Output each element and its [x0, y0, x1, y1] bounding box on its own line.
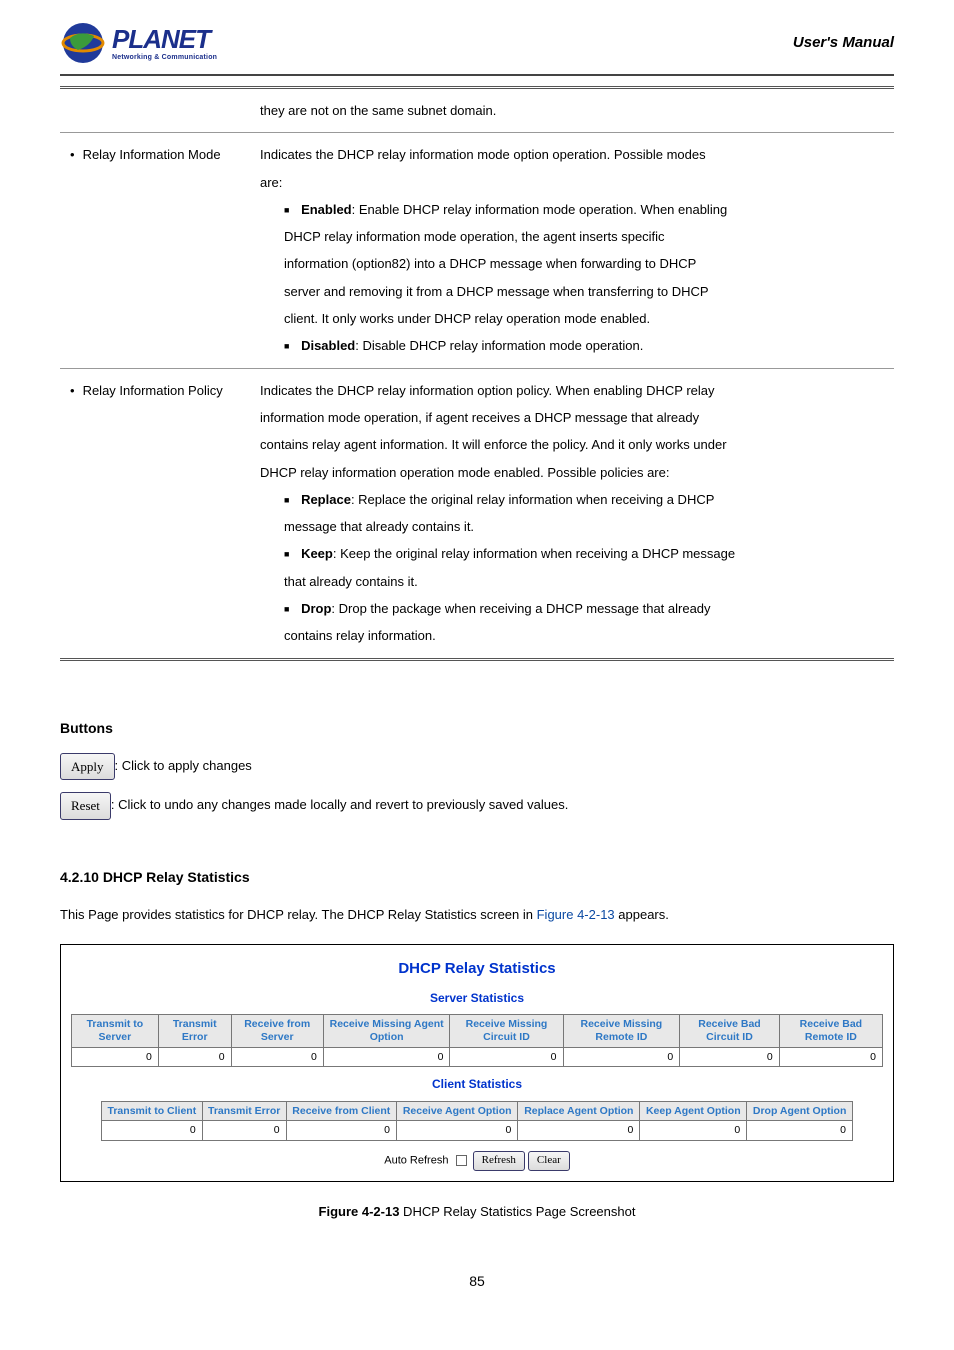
apply-text: : Click to apply changes	[115, 758, 252, 773]
figure-link: Figure 4-2-13	[537, 907, 615, 922]
auto-refresh-label: Auto Refresh	[384, 1155, 448, 1167]
header-divider	[60, 74, 894, 76]
section-heading: 4.2.10 DHCP Relay Statistics	[60, 866, 894, 888]
table-row: Relay Information Policy Indicates the D…	[60, 368, 894, 659]
td: 0	[640, 1121, 747, 1141]
reset-button[interactable]: Reset	[60, 792, 111, 819]
td: 0	[563, 1047, 680, 1067]
td: 0	[323, 1047, 450, 1067]
td: 0	[158, 1047, 231, 1067]
controls-row: Auto Refresh Refresh Clear	[71, 1151, 883, 1171]
manual-title: User's Manual	[793, 31, 894, 55]
th: Receive Missing Agent Option	[323, 1015, 450, 1047]
table-row: Relay Information Mode Indicates the DHC…	[60, 133, 894, 368]
row3-label: Relay Information Policy	[70, 383, 223, 398]
td: 0	[286, 1121, 396, 1141]
description-table: they are not on the same subnet domain. …	[60, 86, 894, 661]
th: Transmit to Client	[102, 1101, 203, 1121]
auto-refresh-checkbox[interactable]	[456, 1155, 467, 1166]
client-stats-table: Transmit to Client Transmit Error Receiv…	[101, 1101, 853, 1141]
td: 0	[102, 1121, 203, 1141]
th: Receive from Server	[231, 1015, 323, 1047]
th: Drop Agent Option	[747, 1101, 853, 1121]
td: 0	[518, 1121, 640, 1141]
th: Transmit Error	[202, 1101, 286, 1121]
statistics-panel: DHCP Relay Statistics Server Statistics …	[60, 944, 894, 1181]
th: Keep Agent Option	[640, 1101, 747, 1121]
th: Receive from Client	[286, 1101, 396, 1121]
th: Receive Agent Option	[396, 1101, 517, 1121]
td: 0	[396, 1121, 517, 1141]
page-header: PLANET Networking & Communication User's…	[60, 20, 894, 66]
td: 0	[72, 1047, 159, 1067]
td: 0	[450, 1047, 563, 1067]
th: Receive Missing Circuit ID	[450, 1015, 563, 1047]
list-item: Drop: Drop the package when receiving a …	[284, 595, 884, 650]
row2-intro2: are:	[260, 169, 884, 196]
list-item: Replace: Replace the original relay info…	[284, 486, 884, 541]
brand-subtitle: Networking & Communication	[112, 54, 217, 61]
td: 0	[747, 1121, 853, 1141]
row2-intro1: Indicates the DHCP relay information mod…	[260, 141, 884, 168]
stats-title: DHCP Relay Statistics	[71, 957, 883, 981]
td: 0	[779, 1047, 882, 1067]
table-row: they are not on the same subnet domain.	[60, 88, 894, 133]
figure-caption: Figure 4-2-13 DHCP Relay Statistics Page…	[60, 1202, 894, 1223]
list-item: Enabled: Enable DHCP relay information m…	[284, 196, 884, 332]
buttons-section: Buttons Apply: Click to apply changes Re…	[60, 717, 894, 820]
globe-icon	[60, 20, 106, 66]
th: Receive Bad Circuit ID	[680, 1015, 780, 1047]
server-stats-table: Transmit to Server Transmit Error Receiv…	[71, 1014, 883, 1067]
td: 0	[202, 1121, 286, 1141]
clear-button[interactable]: Clear	[528, 1151, 570, 1171]
row2-label: Relay Information Mode	[70, 147, 221, 162]
td: 0	[231, 1047, 323, 1067]
apply-button[interactable]: Apply	[60, 753, 115, 780]
th: Replace Agent Option	[518, 1101, 640, 1121]
client-stats-subtitle: Client Statistics	[71, 1075, 883, 1094]
brand-title: PLANET	[112, 26, 217, 52]
th: Transmit to Server	[72, 1015, 159, 1047]
brand-logo: PLANET Networking & Communication	[60, 20, 217, 66]
row1-text: they are not on the same subnet domain.	[260, 88, 894, 133]
th: Receive Missing Remote ID	[563, 1015, 680, 1047]
buttons-heading: Buttons	[60, 717, 894, 739]
th: Transmit Error	[158, 1015, 231, 1047]
page-number: 85	[60, 1270, 894, 1292]
list-item: Keep: Keep the original relay informatio…	[284, 540, 884, 595]
th: Receive Bad Remote ID	[779, 1015, 882, 1047]
server-stats-subtitle: Server Statistics	[71, 989, 883, 1008]
list-item: Disabled: Disable DHCP relay information…	[284, 332, 884, 359]
reset-text: : Click to undo any changes made locally…	[111, 798, 568, 813]
td: 0	[680, 1047, 780, 1067]
refresh-button[interactable]: Refresh	[473, 1151, 525, 1171]
section-paragraph: This Page provides statistics for DHCP r…	[60, 904, 894, 926]
